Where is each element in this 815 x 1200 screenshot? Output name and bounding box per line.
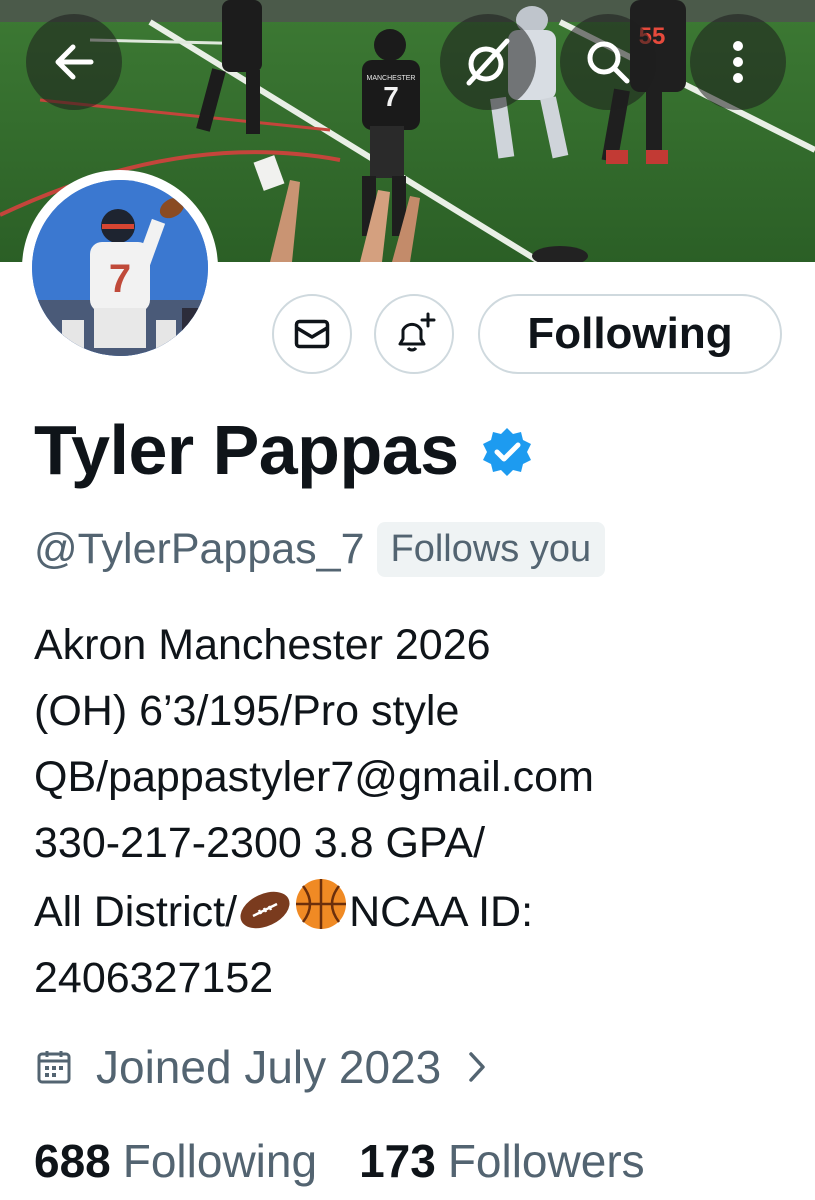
arrow-left-icon (55, 44, 94, 80)
message-button[interactable] (272, 294, 352, 374)
basketball-icon (296, 879, 347, 929)
handle-row: @TylerPappas_7 Follows you (34, 522, 606, 577)
avatar-jersey-number: 7 (109, 257, 131, 301)
grok-button[interactable] (440, 14, 536, 110)
name-row: Tyler Pappas (34, 410, 533, 490)
follow-stats: 688 Following 173 Followers (34, 1134, 645, 1188)
back-button[interactable] (26, 14, 122, 110)
followers-stat[interactable]: 173 Followers (359, 1134, 645, 1188)
bio-line: (OH) 6’3/195/Pro style (34, 687, 460, 735)
bio: Akron Manchester 2026 (OH) 6’3/195/Pro s… (34, 612, 794, 1011)
followers-count: 173 (359, 1135, 436, 1187)
banner-jersey-number: 7 (383, 81, 399, 112)
bio-line: All District/ NCAA ID: (34, 876, 794, 945)
search-button[interactable] (560, 14, 656, 110)
following-count: 688 (34, 1135, 111, 1187)
bio-text: All District/ (34, 888, 238, 936)
more-button[interactable] (690, 14, 786, 110)
bio-line: 330-217-2300 3.8 GPA/ (34, 819, 486, 867)
following-stat[interactable]: 688 Following (34, 1134, 317, 1188)
joined-row[interactable]: Joined July 2023 (36, 1040, 487, 1094)
search-icon (587, 41, 630, 84)
bio-line: Akron Manchester 2026 (34, 621, 491, 669)
bio-line: 2406327152 (34, 954, 274, 1002)
followers-label: Followers (447, 1135, 645, 1187)
slash-circle-icon (466, 38, 510, 86)
envelope-icon (294, 319, 330, 349)
user-handle: @TylerPappas_7 (34, 525, 365, 573)
avatar[interactable]: 7 (22, 170, 218, 366)
bio-text: NCAA ID: (349, 888, 534, 936)
bio-line: QB/pappastyler7@gmail.com (34, 744, 794, 810)
bio-email-link[interactable]: QB/pappastyler7@gmail.com (34, 753, 594, 801)
avatar-image: 7 (32, 180, 208, 356)
joined-date: Joined July 2023 (96, 1041, 442, 1093)
display-name: Tyler Pappas (34, 411, 459, 489)
banner-jersey-text: MANCHESTER (366, 75, 415, 82)
following-label: Following (122, 1135, 318, 1187)
bell-plus-icon (398, 312, 436, 352)
notifications-button[interactable] (374, 294, 454, 374)
chevron-right-icon (469, 1052, 485, 1082)
calendar-icon (37, 1051, 71, 1084)
following-button[interactable]: Following (478, 294, 782, 374)
follows-you-badge: Follows you (376, 522, 606, 577)
verified-badge-icon[interactable] (481, 426, 533, 478)
vertical-ellipsis-icon (733, 41, 743, 83)
american-football-icon (240, 891, 290, 929)
